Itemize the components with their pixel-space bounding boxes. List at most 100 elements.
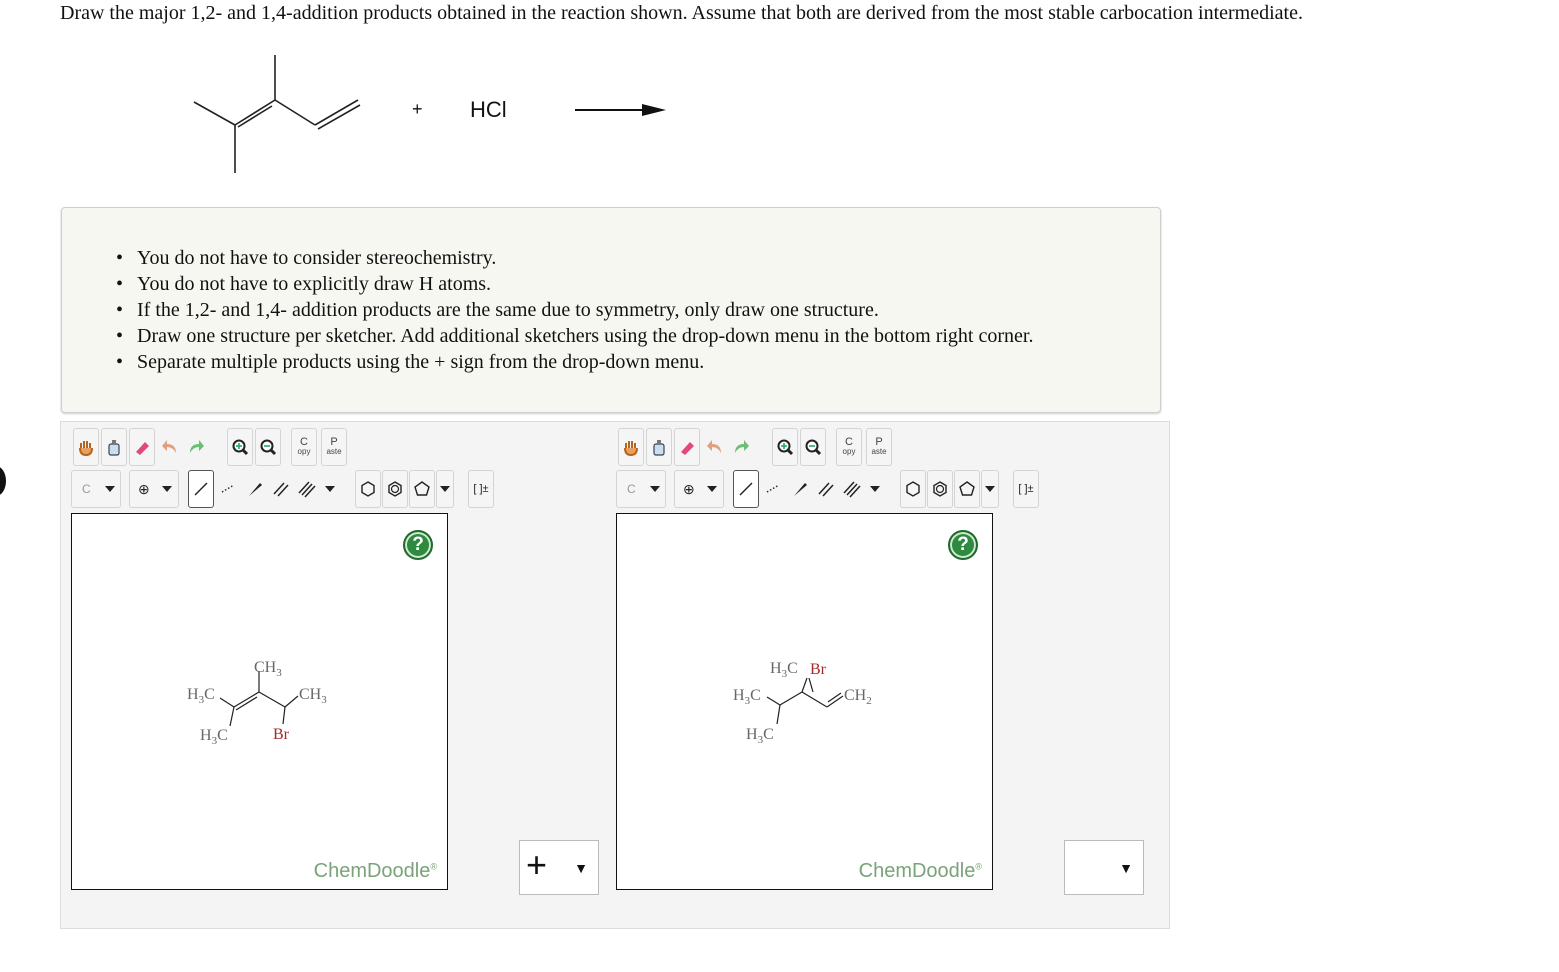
- undo-icon[interactable]: [702, 428, 728, 466]
- atom-label: C: [82, 482, 91, 496]
- chevron-down-icon: [161, 486, 172, 492]
- atom-select[interactable]: C: [71, 470, 121, 508]
- paste-label-bottom: aste: [326, 447, 342, 456]
- instruction-item: Draw one structure per sketcher. Add add…: [116, 323, 1033, 349]
- atom-label: C: [627, 482, 636, 496]
- chevron-down-icon: [104, 486, 115, 492]
- instruction-list: You do not have to consider stereochemis…: [116, 245, 1033, 375]
- paste-label-top: P: [330, 436, 338, 448]
- separator-select-1[interactable]: + ▼: [519, 840, 599, 895]
- charge-select[interactable]: ⊕: [129, 470, 179, 508]
- charge-label: ⊕: [138, 480, 150, 497]
- zoom-out-icon[interactable]: [255, 428, 281, 466]
- instruction-item: You do not have to explicitly draw H ato…: [116, 271, 1033, 297]
- zoom-out-icon[interactable]: [800, 428, 826, 466]
- single-bond-icon[interactable]: [733, 470, 759, 508]
- ring-dropdown[interactable]: [436, 470, 454, 508]
- undo-icon[interactable]: [157, 428, 183, 466]
- separator-select-2[interactable]: ▼: [1064, 840, 1144, 895]
- sketcher-workspace: C opy P aste C ⊕ []± ? CH3 H3C CH3 H3C …: [60, 421, 1170, 929]
- eraser-icon[interactable]: [674, 428, 700, 466]
- chevron-down-icon: [440, 486, 450, 492]
- separator-value: +: [526, 844, 548, 885]
- double-bond-icon[interactable]: [813, 470, 839, 508]
- copy-label-bottom: opy: [297, 447, 311, 456]
- sketcher-2: C opy P aste C ⊕ []± ? H3C Br H3C CH2 H…: [616, 422, 1056, 902]
- instruction-item: Separate multiple products using the + s…: [116, 349, 1033, 375]
- chevron-down-icon: [649, 486, 660, 492]
- label-br: Br: [273, 726, 290, 743]
- label-ch3-right: CH3: [299, 686, 327, 706]
- reaction-arrow: [575, 104, 666, 116]
- bracket-charge-button[interactable]: [ ]±: [468, 470, 494, 508]
- cyclohexane-icon[interactable]: [900, 470, 926, 508]
- copy-button[interactable]: C opy: [836, 428, 862, 466]
- chevron-down-icon: [706, 486, 717, 492]
- bracket-charge-button[interactable]: [ ]±: [1013, 470, 1039, 508]
- copy-label-top: C: [300, 436, 308, 448]
- triple-bond-icon[interactable]: [839, 470, 865, 508]
- bracket-label: [ ]±: [473, 483, 489, 495]
- charge-label: ⊕: [683, 480, 695, 497]
- charge-select[interactable]: ⊕: [674, 470, 724, 508]
- instructions-box: You do not have to consider stereochemis…: [61, 207, 1161, 413]
- benzene-icon[interactable]: [927, 470, 953, 508]
- chevron-down-icon: [985, 486, 995, 492]
- paste-button[interactable]: P aste: [321, 428, 347, 466]
- eraser-icon[interactable]: [129, 428, 155, 466]
- label-h3c-bottom: H3C: [200, 727, 228, 747]
- label-ch2: CH2: [844, 687, 872, 707]
- chemdoodle-logo: ChemDoodle®: [858, 860, 982, 882]
- label-h3c-left: H3C: [187, 686, 215, 706]
- label-br: Br: [810, 661, 827, 678]
- product-structure-2: H3C Br H3C CH2 H3C: [733, 660, 872, 746]
- bond-dropdown[interactable]: [321, 470, 339, 508]
- atom-select[interactable]: C: [616, 470, 666, 508]
- copy-label-top: C: [845, 436, 853, 448]
- wedge-bond-icon[interactable]: [242, 470, 268, 508]
- clear-icon[interactable]: [101, 428, 127, 466]
- triple-bond-icon[interactable]: [294, 470, 320, 508]
- hand-icon[interactable]: [73, 428, 99, 466]
- edge-marker: [0, 466, 6, 496]
- question-text: Draw the major 1,2- and 1,4-addition pro…: [60, 2, 1303, 24]
- instruction-item: If the 1,2- and 1,4- addition products a…: [116, 297, 1033, 323]
- drawing-canvas[interactable]: ? CH3 H3C CH3 H3C Br ChemDoodle®: [71, 513, 448, 890]
- instruction-item: You do not have to consider stereochemis…: [116, 245, 1033, 271]
- ring-dropdown[interactable]: [981, 470, 999, 508]
- dashed-bond-icon[interactable]: [215, 470, 241, 508]
- drawing-canvas[interactable]: ? H3C Br H3C CH2 H3C ChemDoodle®: [616, 513, 993, 890]
- label-h3c-top: H3C: [770, 660, 798, 680]
- wedge-bond-icon[interactable]: [787, 470, 813, 508]
- paste-label-top: P: [875, 436, 883, 448]
- dropdown-arrow-icon: ▼: [1119, 860, 1133, 876]
- product-structure-1: CH3 H3C CH3 H3C Br: [187, 659, 327, 747]
- label-ch3-top: CH3: [254, 659, 282, 679]
- copy-label-bottom: opy: [842, 447, 856, 456]
- hand-icon[interactable]: [618, 428, 644, 466]
- reaction-scheme: + HCl: [180, 45, 700, 185]
- bond-dropdown[interactable]: [866, 470, 884, 508]
- single-bond-icon[interactable]: [188, 470, 214, 508]
- redo-icon[interactable]: [728, 428, 754, 466]
- copy-button[interactable]: C opy: [291, 428, 317, 466]
- benzene-icon[interactable]: [382, 470, 408, 508]
- zoom-in-icon[interactable]: [227, 428, 253, 466]
- sketcher-1: C opy P aste C ⊕ []± ? CH3 H3C CH3 H3C …: [71, 422, 511, 902]
- zoom-in-icon[interactable]: [772, 428, 798, 466]
- dashed-bond-icon[interactable]: [760, 470, 786, 508]
- cyclohexane-icon[interactable]: [355, 470, 381, 508]
- redo-icon[interactable]: [183, 428, 209, 466]
- label-h3c-bottom: H3C: [746, 726, 774, 746]
- chevron-down-icon: [325, 486, 335, 492]
- chemdoodle-logo: ChemDoodle®: [313, 860, 437, 882]
- clear-icon[interactable]: [646, 428, 672, 466]
- bracket-label: [ ]±: [1018, 483, 1034, 495]
- paste-label-bottom: aste: [871, 447, 887, 456]
- paste-button[interactable]: P aste: [866, 428, 892, 466]
- dropdown-arrow-icon: ▼: [574, 860, 588, 876]
- double-bond-icon[interactable]: [268, 470, 294, 508]
- cyclopentane-icon[interactable]: [409, 470, 435, 508]
- cyclopentane-icon[interactable]: [954, 470, 980, 508]
- label-h3c-left: H3C: [733, 687, 761, 707]
